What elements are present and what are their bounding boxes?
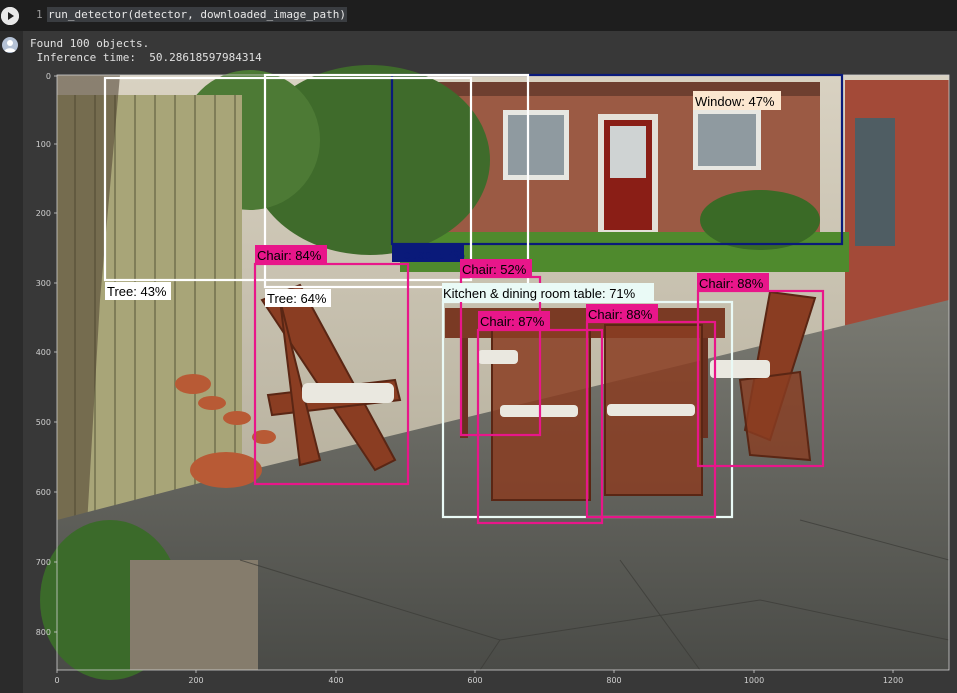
y-tick-label: 600 xyxy=(36,488,51,497)
svg-text:House: 57%: House: 57% xyxy=(394,247,465,262)
x-axis xyxy=(56,670,894,673)
x-tick-label: 400 xyxy=(328,676,343,685)
y-tick-label: 700 xyxy=(36,558,51,567)
label-chair-84: Chair: 84% xyxy=(255,245,327,264)
label-tree-64: Tree: 64% xyxy=(265,289,331,307)
svg-text:Chair: 88%: Chair: 88% xyxy=(699,276,764,291)
svg-text:Chair: 88%: Chair: 88% xyxy=(588,307,653,322)
label-chair-87: Chair: 87% xyxy=(478,311,550,330)
svg-text:Chair: 87%: Chair: 87% xyxy=(480,314,545,329)
y-tick-label: 0 xyxy=(46,72,51,81)
x-tick-labels: 0 200 400 600 800 1000 1200 xyxy=(54,676,903,685)
y-tick-label: 200 xyxy=(36,209,51,218)
label-chair-52: Chair: 52% xyxy=(460,259,532,278)
y-tick-label: 400 xyxy=(36,348,51,357)
svg-text:Kitchen & dining room table: 7: Kitchen & dining room table: 71% xyxy=(443,286,636,301)
svg-text:Chair: 52%: Chair: 52% xyxy=(462,262,527,277)
y-tick-labels: 0 100 200 300 400 500 600 700 800 xyxy=(36,72,51,637)
label-window: Window: 47% xyxy=(693,91,781,110)
label-tree-43: Tree: 43% xyxy=(105,282,171,300)
x-tick-label: 200 xyxy=(188,676,203,685)
x-tick-label: 800 xyxy=(606,676,621,685)
svg-text:Tree: 43%: Tree: 43% xyxy=(107,284,167,299)
x-tick-label: 600 xyxy=(467,676,482,685)
x-tick-label: 0 xyxy=(54,676,59,685)
label-chair-88-right: Chair: 88% xyxy=(697,273,769,292)
garden-photo xyxy=(40,65,950,680)
label-house: House: 57% xyxy=(392,244,465,262)
x-tick-label: 1000 xyxy=(744,676,764,685)
y-tick-label: 500 xyxy=(36,418,51,427)
label-chair-88-center: Chair: 88% xyxy=(586,304,658,323)
svg-text:Window: 47%: Window: 47% xyxy=(695,94,775,109)
x-tick-label: 1200 xyxy=(883,676,903,685)
y-tick-label: 300 xyxy=(36,279,51,288)
y-tick-label: 800 xyxy=(36,628,51,637)
y-tick-label: 100 xyxy=(36,140,51,149)
svg-text:Tree: 64%: Tree: 64% xyxy=(267,291,327,306)
svg-text:Chair: 84%: Chair: 84% xyxy=(257,248,322,263)
label-table: Kitchen & dining room table: 71% xyxy=(442,283,654,302)
detection-plot: Window: 47% House: 57% Tree: 43% Tree: 6… xyxy=(36,65,950,685)
